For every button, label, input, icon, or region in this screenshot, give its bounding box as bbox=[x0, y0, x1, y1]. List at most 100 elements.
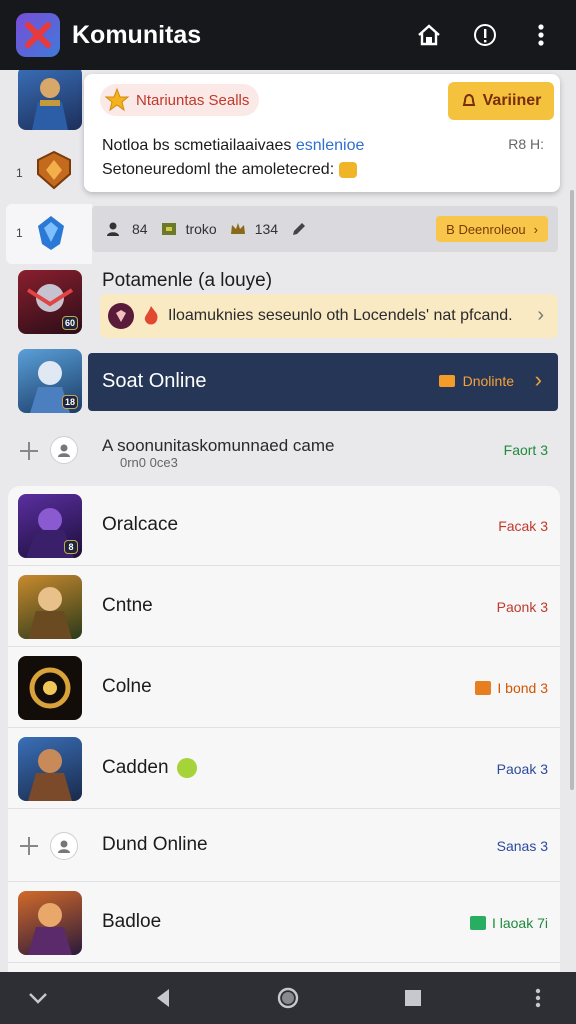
add-icon[interactable] bbox=[20, 442, 38, 460]
list-item-status: Sanas 3 bbox=[497, 838, 548, 854]
fire-icon bbox=[138, 303, 164, 329]
game-thumbnail[interactable]: 18 bbox=[18, 349, 82, 413]
tag-icon bbox=[161, 223, 176, 235]
stat-members: 84 bbox=[106, 220, 148, 238]
list-item[interactable]: Colne I bond 3 bbox=[8, 648, 560, 728]
app-title: Komunitas bbox=[72, 20, 202, 49]
crystal-icon bbox=[34, 214, 68, 252]
add-icon[interactable] bbox=[20, 837, 38, 855]
back-icon[interactable] bbox=[143, 978, 183, 1018]
stat-stars-value: 134 bbox=[254, 221, 279, 237]
list-item-status-label: Paonk 3 bbox=[496, 599, 548, 615]
list-item[interactable]: Dund Online Sanas 3 bbox=[8, 810, 560, 882]
level-badge: 18 bbox=[61, 395, 78, 409]
avatar[interactable] bbox=[50, 832, 78, 860]
game-thumbnail[interactable]: 60 bbox=[18, 270, 82, 334]
home-circle-icon[interactable] bbox=[268, 978, 308, 1018]
recents-icon[interactable] bbox=[393, 978, 433, 1018]
shield-icon bbox=[36, 150, 72, 190]
list-item-status: Paoak 3 bbox=[497, 761, 548, 777]
game-thumbnail[interactable] bbox=[18, 70, 82, 130]
nav-more-icon[interactable] bbox=[518, 978, 558, 1018]
stat-posts: troko bbox=[160, 220, 217, 238]
info-icon[interactable] bbox=[464, 14, 506, 56]
stats-pill-label: B Deenroleou bbox=[446, 221, 526, 237]
announcement-banner[interactable]: Iloamuknies seseunlo oth Locendels' nat … bbox=[100, 294, 558, 338]
row-index: 1 bbox=[16, 166, 23, 180]
highlighted-tag-label: Dnolinte bbox=[462, 373, 514, 389]
game-thumbnail: 8 bbox=[18, 494, 82, 558]
stat-stars: 134 bbox=[229, 220, 278, 238]
list-item-name: Badloe bbox=[102, 911, 162, 932]
variiner-button-label: Variiner bbox=[482, 92, 542, 109]
list-item[interactable]: Cntne Paonk 3 bbox=[8, 567, 560, 647]
game-thumbnail bbox=[18, 891, 82, 955]
notification-time: R8 H: bbox=[508, 136, 544, 152]
post-title: Potamenle (a louye) bbox=[102, 270, 273, 291]
highlighted-community-row[interactable]: Soat Online Dnolinte › bbox=[88, 353, 558, 411]
row-index: 1 bbox=[16, 226, 23, 240]
level-badge: 8 bbox=[64, 540, 78, 554]
users-icon bbox=[107, 222, 119, 236]
mail-icon bbox=[438, 375, 455, 387]
list-item-status-label: I bond 3 bbox=[497, 680, 548, 696]
list-item-status: Paonk 3 bbox=[497, 599, 548, 615]
notification-link[interactable]: esnlenioe bbox=[296, 137, 365, 154]
app-logo-icon[interactable] bbox=[16, 13, 60, 57]
notification-line-1: Notloa bs scmetiailaaivaes bbox=[102, 137, 292, 154]
list-item-status: Facak 3 bbox=[498, 518, 548, 534]
top-app-bar: Komunitas bbox=[0, 0, 576, 70]
variiner-button[interactable]: Variiner bbox=[448, 82, 554, 120]
list-item-status-label: Facak 3 bbox=[498, 518, 548, 534]
list-item[interactable]: Badloe I laoak 7i bbox=[8, 883, 560, 963]
notification-badge-label: Ntariuntas Sealls bbox=[136, 91, 250, 109]
list-item-name: Cadden bbox=[102, 757, 197, 779]
list-item[interactable]: 8 Oralcace Facak 3 bbox=[8, 486, 560, 566]
chevron-right-icon: › bbox=[537, 304, 544, 326]
announcement-text: Iloamuknies seseunlo oth Locendels' nat … bbox=[168, 307, 513, 324]
notification-line-2: Setoneuredoml the amoletecred: bbox=[102, 161, 335, 178]
list-item-status: I laoak 7i bbox=[469, 915, 548, 931]
flag-icon bbox=[469, 916, 486, 930]
list-item-name: Dund Online bbox=[102, 834, 208, 855]
chevron-right-icon: › bbox=[534, 367, 542, 392]
collapse-icon[interactable] bbox=[18, 978, 58, 1018]
community-subtext: 0rn0 0ce3 bbox=[120, 455, 178, 470]
stat-edit bbox=[290, 220, 316, 238]
list-item-status-label: Paoak 3 bbox=[496, 761, 548, 777]
chevron-right-icon: › bbox=[533, 221, 538, 237]
list-item-status-label: Sanas 3 bbox=[496, 838, 548, 854]
stat-posts-value: troko bbox=[185, 221, 217, 237]
list-item-name-text: Cadden bbox=[102, 757, 169, 778]
system-nav-bar bbox=[0, 972, 576, 1024]
community-list: 8 Oralcace Facak 3 Cntne Paonk 3 Colne I… bbox=[8, 486, 560, 972]
community-text: A soonunitaskomunnaed came bbox=[102, 436, 335, 455]
game-thumbnail bbox=[18, 656, 82, 720]
highlighted-title: Soat Online bbox=[102, 370, 207, 392]
list-item-name: Cntne bbox=[102, 595, 153, 616]
scrollbar[interactable] bbox=[570, 190, 574, 790]
list-item-name: Colne bbox=[102, 676, 152, 697]
avatar[interactable] bbox=[50, 436, 78, 464]
more-menu-icon[interactable] bbox=[520, 14, 562, 56]
list-item-status-label: I laoak 7i bbox=[491, 915, 548, 931]
highlighted-tag: Dnolinte bbox=[438, 373, 514, 389]
feed-content: 1 Ntariuntas Sealls Variiner Notloa bs s… bbox=[0, 70, 576, 972]
stats-bar: 84 troko 134 B Deenroleou › bbox=[92, 206, 558, 252]
shield-icon bbox=[108, 303, 134, 329]
stats-pill-button[interactable]: B Deenroleou › bbox=[436, 216, 548, 242]
edit-icon bbox=[293, 223, 306, 235]
list-item[interactable]: Cadden Paoak 3 bbox=[8, 729, 560, 809]
list-item-name: Oralcace bbox=[102, 514, 179, 535]
stat-members-value: 84 bbox=[132, 221, 148, 237]
list-item-status: I bond 3 bbox=[475, 680, 548, 696]
notification-text: Notloa bs scmetiailaaivaes esnlenioe Set… bbox=[102, 134, 422, 182]
game-thumbnail bbox=[18, 737, 82, 801]
cat-emoji-icon bbox=[338, 161, 357, 178]
game-thumbnail bbox=[18, 575, 82, 639]
star-icon bbox=[104, 87, 130, 112]
notification-card[interactable]: Ntariuntas Sealls Variiner Notloa bs scm… bbox=[84, 74, 560, 192]
crown-icon bbox=[230, 223, 245, 234]
bell-icon bbox=[462, 93, 475, 106]
home-icon[interactable] bbox=[408, 14, 450, 56]
